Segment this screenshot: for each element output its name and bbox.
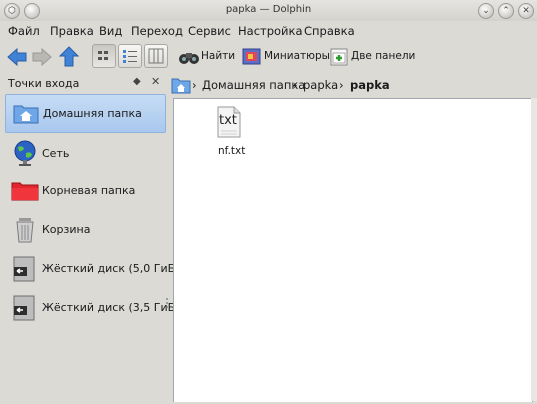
columns-view-button[interactable]	[144, 44, 168, 68]
minimize-button[interactable]: ⌄	[478, 3, 494, 19]
red-folder-icon	[11, 182, 39, 201]
preview-icon[interactable]	[241, 45, 263, 69]
places-item-label: Жёсткий диск (3,5 ГиБ)	[42, 301, 180, 314]
hard-drive-icon	[13, 256, 35, 282]
file-item[interactable]: txt nf.txt	[214, 106, 246, 162]
float-panel-icon[interactable]: ◆	[133, 76, 141, 87]
up-arrow-icon[interactable]	[58, 45, 80, 69]
close-button[interactable]: ✕	[518, 3, 534, 19]
chevron-right-icon: ›	[293, 78, 298, 92]
preview-button[interactable]: Миниатюры	[264, 50, 330, 62]
forward-arrow-icon[interactable]	[31, 45, 53, 69]
menu-help[interactable]: Справка	[304, 24, 355, 38]
toolbar: Найти Миниатюры Две панели	[0, 41, 537, 73]
details-view-icon	[123, 50, 137, 63]
menu-bar: Файл Правка Вид Переход Сервис Настройка…	[0, 21, 537, 41]
chevron-right-icon: ›	[339, 78, 344, 92]
find-button[interactable]: Найти	[201, 50, 235, 62]
places-panel-title: Точки входа	[8, 77, 80, 90]
places-item-network[interactable]: Сеть	[5, 135, 164, 172]
breadcrumb-item-home[interactable]: Домашняя папка	[202, 78, 305, 92]
split-button[interactable]: Две панели	[351, 50, 415, 62]
breadcrumb-item-current[interactable]: papka	[350, 78, 390, 92]
places-item-disk-1[interactable]: Жёсткий диск (5,0 ГиБ)	[5, 250, 179, 287]
back-arrow-icon[interactable]	[6, 45, 28, 69]
places-panel: Точки входа ◆ ✕ Домашняя папка Сеть Корн…	[3, 73, 179, 401]
details-view-button[interactable]	[118, 44, 142, 68]
maximize-button[interactable]: ⌃	[498, 3, 514, 19]
icons-view-icon	[98, 51, 108, 60]
places-item-label: Жёсткий диск (5,0 ГиБ)	[42, 262, 180, 275]
places-item-label: Корзина	[42, 223, 91, 236]
hard-drive-icon	[13, 295, 35, 321]
menu-go[interactable]: Переход	[131, 24, 183, 38]
places-item-home[interactable]: Домашняя папка	[5, 94, 166, 133]
home-icon[interactable]	[171, 76, 191, 94]
places-item-label: Корневая папка	[42, 184, 136, 197]
icons-view-button[interactable]	[92, 44, 116, 68]
places-item-label: Домашняя папка	[43, 107, 142, 120]
places-item-trash[interactable]: Корзина	[5, 211, 164, 248]
places-item-label: Сеть	[42, 147, 70, 160]
file-name: nf.txt	[218, 145, 246, 157]
trash-icon	[16, 218, 34, 243]
breadcrumb-item-papka[interactable]: papka	[303, 78, 338, 92]
binoculars-icon[interactable]	[178, 45, 200, 69]
splitter-grip	[166, 298, 168, 308]
menu-edit[interactable]: Правка	[50, 24, 94, 38]
file-view[interactable]: txt nf.txt	[173, 98, 533, 402]
title-bar[interactable]: ⬡ papka — Dolphin ⌄ ⌃ ✕	[0, 0, 537, 21]
menu-settings[interactable]: Настройка	[238, 24, 303, 38]
menu-file[interactable]: Файл	[8, 24, 40, 38]
window-title: papka — Dolphin	[225, 4, 312, 15]
chevron-right-icon: ›	[192, 78, 197, 92]
breadcrumb: › Домашняя папка › papka › papka	[170, 74, 534, 96]
places-item-disk-2[interactable]: Жёсткий диск (3,5 ГиБ)	[5, 289, 179, 326]
home-folder-icon	[13, 105, 39, 124]
places-item-root[interactable]: Корневая папка	[5, 172, 164, 209]
split-view-icon[interactable]	[329, 45, 349, 69]
view-edge	[531, 98, 537, 401]
file-type-label: txt	[219, 113, 237, 128]
columns-view-icon	[148, 48, 164, 64]
close-panel-icon[interactable]: ✕	[151, 75, 160, 88]
menu-tools[interactable]: Сервис	[188, 24, 231, 38]
panel-splitter[interactable]	[165, 73, 169, 401]
globe-icon	[14, 140, 36, 166]
menu-view[interactable]: Вид	[99, 24, 122, 38]
